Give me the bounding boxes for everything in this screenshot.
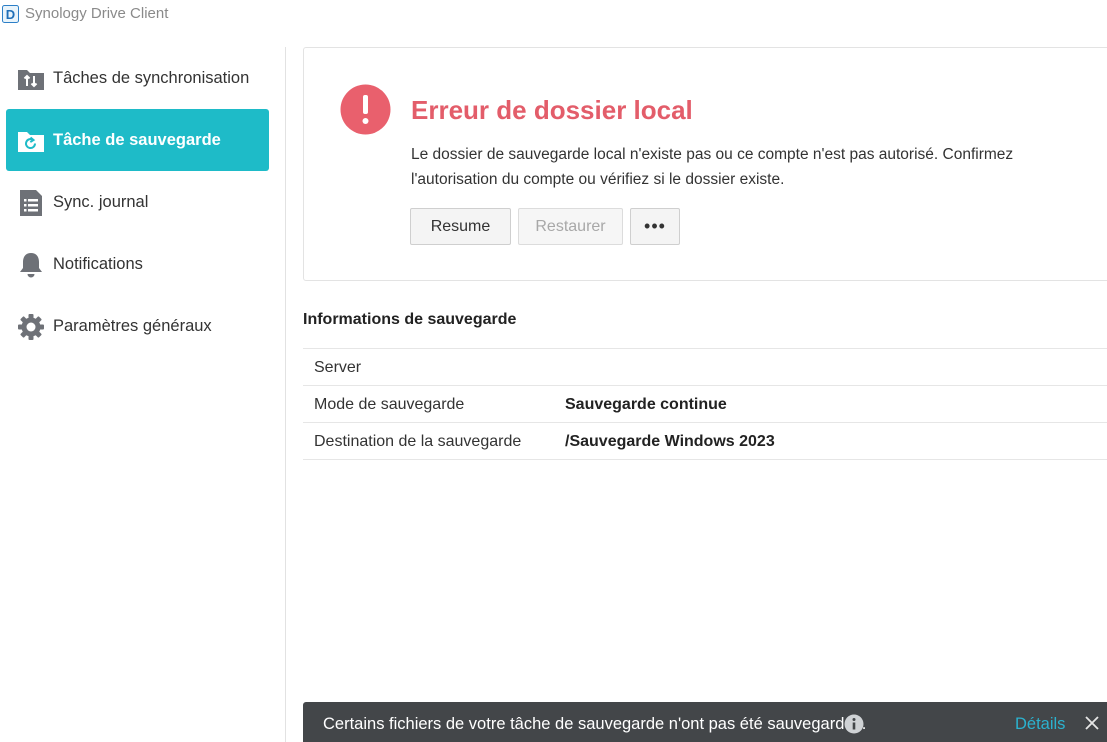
details-link[interactable]: Détails — [1015, 715, 1065, 734]
sidebar-item-label: Tâches de synchronisation — [53, 68, 250, 87]
sidebar-item-sync-journal[interactable]: Sync. journal — [6, 171, 269, 233]
sidebar: Tâches de synchronisation Tâche de sauve… — [0, 47, 286, 742]
sidebar-item-general-settings[interactable]: Paramètres généraux — [6, 295, 269, 357]
sidebar-item-label: Paramètres généraux — [53, 316, 212, 335]
gear-icon — [18, 314, 44, 340]
backup-info-table: Server Mode de sauvegarde Sauvegarde con… — [303, 348, 1107, 460]
error-description: Le dossier de sauvegarde local n'existe … — [411, 146, 1014, 188]
sync-folder-icon — [18, 70, 44, 90]
sidebar-item-label: Notifications — [53, 254, 143, 273]
backup-folder-icon — [18, 132, 44, 152]
info-row-backup-mode: Mode de sauvegarde Sauvegarde continue — [303, 386, 1107, 423]
info-label: Server — [314, 359, 362, 376]
more-options-button[interactable]: ••• — [630, 208, 680, 245]
svg-text:D: D — [6, 7, 15, 22]
sidebar-item-sync-tasks[interactable]: Tâches de synchronisation — [6, 47, 269, 109]
info-value: /Sauvegarde Windows 2023 — [565, 433, 775, 450]
info-row-destination: Destination de la sauvegarde /Sauvegarde… — [303, 423, 1107, 460]
sidebar-item-notifications[interactable]: Notifications — [6, 233, 269, 295]
close-icon[interactable] — [1085, 716, 1099, 730]
info-row-server: Server — [303, 349, 1107, 386]
log-list-icon — [20, 190, 42, 216]
restore-button[interactable]: Restaurer — [518, 208, 623, 245]
sidebar-item-backup-task[interactable]: Tâche de sauvegarde — [6, 109, 269, 171]
info-value: Sauvegarde continue — [565, 396, 727, 413]
info-label: Destination de la sauvegarde — [314, 433, 522, 450]
exclamation-circle-icon — [340, 84, 391, 135]
error-title: Erreur de dossier local — [411, 95, 693, 125]
sidebar-item-label: Sync. journal — [53, 192, 149, 211]
title-bar: D Synology Drive Client — [0, 0, 1107, 28]
info-label: Mode de sauvegarde — [314, 396, 465, 413]
backup-info-title: Informations de sauvegarde — [303, 311, 517, 328]
info-icon[interactable] — [844, 714, 864, 734]
notification-toast: Certains fichiers de votre tâche de sauv… — [303, 702, 1107, 742]
resume-button[interactable]: Resume — [410, 208, 511, 245]
synology-drive-logo-icon: D — [2, 5, 19, 23]
toast-message: Certains fichiers de votre tâche de sauv… — [323, 715, 867, 733]
sidebar-item-label: Tâche de sauvegarde — [53, 130, 221, 149]
window-title: Synology Drive Client — [25, 5, 169, 22]
bell-icon — [20, 253, 42, 278]
error-card: Erreur de dossier local Le dossier de sa… — [303, 47, 1107, 281]
